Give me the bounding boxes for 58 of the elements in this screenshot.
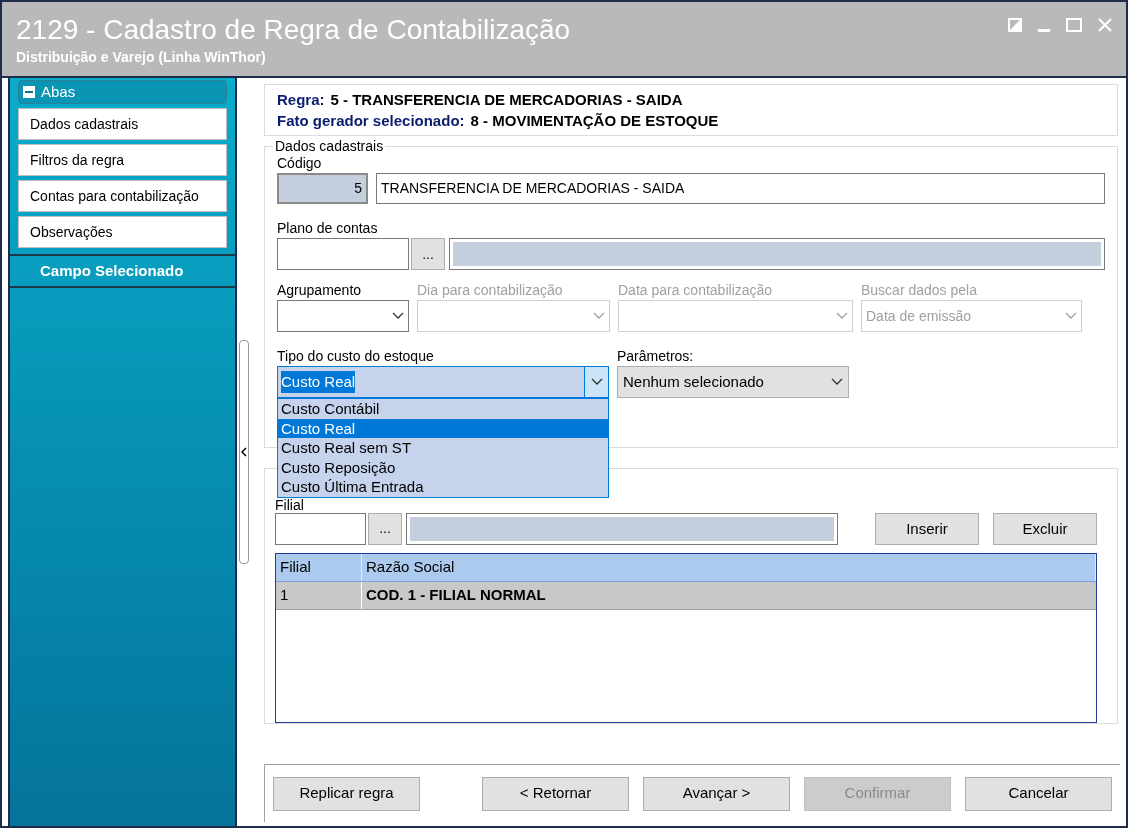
- summary-label: Regra:: [277, 90, 325, 110]
- description-field[interactable]: TRANSFERENCIA DE MERCADORIAS - SAIDA: [376, 173, 1105, 204]
- dropdown[interactable]: [277, 300, 409, 332]
- minus-icon: [23, 86, 35, 98]
- action-button[interactable]: Excluir: [993, 513, 1097, 545]
- dropdown-option[interactable]: Custo Contábil: [278, 399, 608, 419]
- chevron-down-icon: [831, 378, 843, 386]
- dropdown-option[interactable]: Custo Reposição: [278, 457, 608, 478]
- column-header[interactable]: Filial: [276, 553, 362, 581]
- table-cell-text: COD. 1 - FILIAL NORMAL: [365, 584, 547, 605]
- field-label: Data para contabilização: [618, 281, 774, 300]
- sidebar-item[interactable]: Contas para contabilização: [18, 180, 227, 212]
- restore-icon[interactable]: [1008, 18, 1022, 32]
- chevron-left-icon: [241, 447, 247, 457]
- chevron-down-icon: [1065, 312, 1077, 320]
- table-cell: 1: [276, 581, 362, 609]
- sidebar-item[interactable]: Dados cadastrais: [18, 108, 227, 140]
- sidebar-item[interactable]: Observações: [18, 216, 227, 248]
- cost-type-dropdown[interactable]: Custo Real: [277, 366, 609, 398]
- dropdown-option[interactable]: Custo Real sem ST: [278, 438, 608, 458]
- branch-field[interactable]: [275, 513, 366, 545]
- field-label: Plano de contas: [277, 219, 379, 238]
- field-label: Código: [277, 154, 323, 173]
- dropdown-option[interactable]: Custo Real: [278, 418, 608, 439]
- action-button[interactable]: Inserir: [875, 513, 979, 545]
- dropdown-option[interactable]: Custo Última Entrada: [278, 477, 608, 497]
- field-label: Tipo do custo do estoque: [277, 347, 435, 366]
- parameters-dropdown[interactable]: Nenhum selecionado: [617, 366, 849, 398]
- summary-value: 8 - MOVIMENTAÇÃO DE ESTOQUE: [470, 111, 719, 131]
- field-label: Dia para contabilização: [417, 281, 564, 300]
- browse-button[interactable]: ...: [368, 513, 402, 545]
- table-row[interactable]: 1 COD. 1 - FILIAL NORMAL: [276, 581, 1096, 610]
- field-label: Buscar dados pela: [861, 281, 978, 300]
- code-field[interactable]: 5: [277, 173, 368, 204]
- collapse-handle[interactable]: [239, 340, 249, 564]
- footer-button[interactable]: Replicar regra: [273, 776, 420, 811]
- column-header[interactable]: Razão Social: [362, 553, 1096, 581]
- chevron-down-icon: [392, 312, 404, 320]
- footer-button[interactable]: Avançar >: [643, 776, 790, 811]
- chevron-down-icon: [593, 312, 605, 320]
- browse-button[interactable]: ...: [411, 238, 445, 270]
- field-label: Agrupamento: [277, 281, 363, 300]
- chevron-down-icon: [590, 378, 603, 386]
- section-header[interactable]: Abas: [18, 80, 227, 104]
- maximize-icon[interactable]: [1066, 18, 1082, 32]
- account-field[interactable]: [277, 238, 409, 270]
- field-label: Parâmetros:: [617, 347, 695, 366]
- field-label: Filial: [275, 497, 305, 513]
- summary-value: 5 - TRANSFERENCIA DE MERCADORIAS - SAIDA: [330, 90, 683, 110]
- footer-button[interactable]: < Retornar: [482, 776, 629, 811]
- window-subtitle: Distribuição e Varejo (Linha WinThor): [16, 48, 267, 66]
- sidebar-item[interactable]: Filtros da regra: [18, 144, 227, 176]
- window-title: 2129 - Cadastro de Regra de Contabilização: [16, 13, 571, 47]
- summary-label: Fato gerador selecionado:: [277, 111, 465, 131]
- footer-button[interactable]: Cancelar: [965, 776, 1112, 811]
- chevron-down-icon: [836, 312, 848, 320]
- close-icon[interactable]: [1098, 18, 1112, 32]
- section-header: Campo Selecionado: [10, 254, 235, 288]
